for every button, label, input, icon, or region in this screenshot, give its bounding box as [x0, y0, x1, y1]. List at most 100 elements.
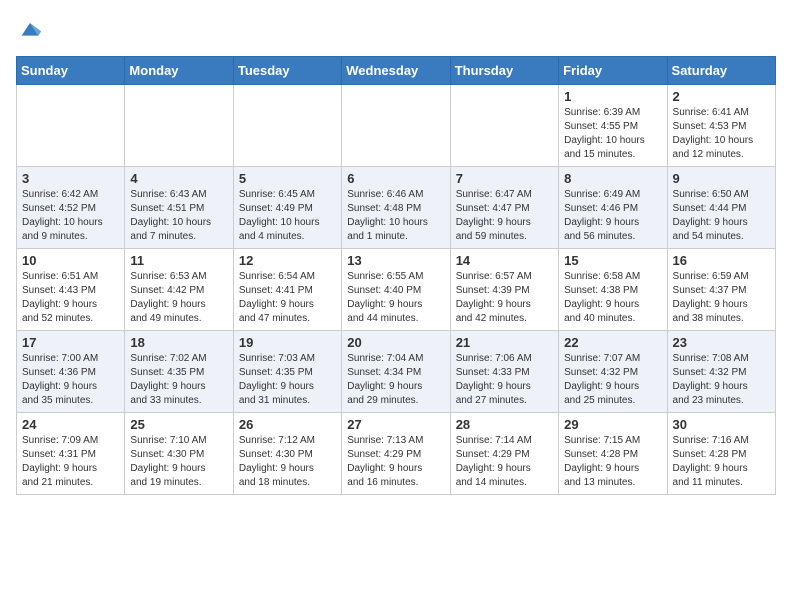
calendar-week-row: 3Sunrise: 6:42 AM Sunset: 4:52 PM Daylig…	[17, 167, 776, 249]
weekday-header-saturday: Saturday	[667, 57, 775, 85]
day-info: Sunrise: 6:45 AM Sunset: 4:49 PM Dayligh…	[239, 188, 336, 244]
calendar-cell	[125, 85, 233, 167]
calendar-cell: 10 Sunrise: 6:51 AM Sunset: 4:43 PM Dayli…	[17, 249, 125, 331]
calendar-cell: 29 Sunrise: 7:15 AM Sunset: 4:28 PM Dayli…	[559, 413, 667, 495]
day-number: 16	[673, 253, 770, 268]
calendar-week-row: 10 Sunrise: 6:51 AM Sunset: 4:43 PM Dayli…	[17, 249, 776, 331]
calendar-cell: 12 Sunrise: 6:54 AM Sunset: 4:41 PM Dayli…	[233, 249, 341, 331]
day-number: 8	[564, 171, 661, 186]
day-number: 1	[564, 89, 661, 104]
calendar-cell: 4 Sunrise: 6:43 AM Sunset: 4:51 PM Daylig…	[125, 167, 233, 249]
calendar-week-row: 1 Sunrise: 6:39 AM Sunset: 4:55 PM Daylig…	[17, 85, 776, 167]
weekday-header-wednesday: Wednesday	[342, 57, 450, 85]
day-info: Sunrise: 6:57 AM Sunset: 4:39 PM Dayligh…	[456, 270, 553, 326]
day-info: Sunrise: 6:41 AM Sunset: 4:53 PM Dayligh…	[673, 106, 770, 162]
day-number: 19	[239, 335, 336, 350]
calendar-cell: 6 Sunrise: 6:46 AM Sunset: 4:48 PM Daylig…	[342, 167, 450, 249]
calendar-cell: 27 Sunrise: 7:13 AM Sunset: 4:29 PM Dayli…	[342, 413, 450, 495]
day-info: Sunrise: 7:02 AM Sunset: 4:35 PM Dayligh…	[130, 352, 227, 408]
day-number: 22	[564, 335, 661, 350]
calendar-cell	[17, 85, 125, 167]
day-number: 15	[564, 253, 661, 268]
day-number: 30	[673, 417, 770, 432]
day-info: Sunrise: 6:47 AM Sunset: 4:47 PM Dayligh…	[456, 188, 553, 244]
calendar-cell: 22 Sunrise: 7:07 AM Sunset: 4:32 PM Dayli…	[559, 331, 667, 413]
calendar-cell	[450, 85, 558, 167]
calendar-cell: 17Sunrise: 7:00 AM Sunset: 4:36 PM Dayli…	[17, 331, 125, 413]
day-info: Sunrise: 6:46 AM Sunset: 4:48 PM Dayligh…	[347, 188, 444, 244]
day-number: 3	[22, 171, 119, 186]
day-info: Sunrise: 7:06 AM Sunset: 4:33 PM Dayligh…	[456, 352, 553, 408]
day-info: Sunrise: 7:12 AM Sunset: 4:30 PM Dayligh…	[239, 434, 336, 490]
calendar-cell: 19 Sunrise: 7:03 AM Sunset: 4:35 PM Dayli…	[233, 331, 341, 413]
calendar-cell	[342, 85, 450, 167]
calendar-cell: 18 Sunrise: 7:02 AM Sunset: 4:35 PM Dayli…	[125, 331, 233, 413]
calendar-cell: 24 Sunrise: 7:09 AM Sunset: 4:31 PM Dayli…	[17, 413, 125, 495]
day-number: 11	[130, 253, 227, 268]
calendar-cell: 21 Sunrise: 7:06 AM Sunset: 4:33 PM Dayli…	[450, 331, 558, 413]
calendar-cell: 5Sunrise: 6:45 AM Sunset: 4:49 PM Daylig…	[233, 167, 341, 249]
calendar-cell: 2 Sunrise: 6:41 AM Sunset: 4:53 PM Daylig…	[667, 85, 775, 167]
calendar-week-row: 17Sunrise: 7:00 AM Sunset: 4:36 PM Dayli…	[17, 331, 776, 413]
calendar-cell: 15 Sunrise: 6:58 AM Sunset: 4:38 PM Dayli…	[559, 249, 667, 331]
day-info: Sunrise: 6:58 AM Sunset: 4:38 PM Dayligh…	[564, 270, 661, 326]
day-info: Sunrise: 7:09 AM Sunset: 4:31 PM Dayligh…	[22, 434, 119, 490]
calendar-cell: 16 Sunrise: 6:59 AM Sunset: 4:37 PM Dayli…	[667, 249, 775, 331]
day-info: Sunrise: 6:51 AM Sunset: 4:43 PM Dayligh…	[22, 270, 119, 326]
day-number: 20	[347, 335, 444, 350]
day-info: Sunrise: 6:50 AM Sunset: 4:44 PM Dayligh…	[673, 188, 770, 244]
day-number: 6	[347, 171, 444, 186]
day-number: 25	[130, 417, 227, 432]
day-number: 12	[239, 253, 336, 268]
calendar-cell: 8 Sunrise: 6:49 AM Sunset: 4:46 PM Daylig…	[559, 167, 667, 249]
calendar-cell: 9 Sunrise: 6:50 AM Sunset: 4:44 PM Daylig…	[667, 167, 775, 249]
calendar-table: SundayMondayTuesdayWednesdayThursdayFrid…	[16, 56, 776, 495]
calendar-cell: 26 Sunrise: 7:12 AM Sunset: 4:30 PM Dayli…	[233, 413, 341, 495]
day-number: 7	[456, 171, 553, 186]
weekday-header-monday: Monday	[125, 57, 233, 85]
day-number: 29	[564, 417, 661, 432]
day-info: Sunrise: 6:43 AM Sunset: 4:51 PM Dayligh…	[130, 188, 227, 244]
day-number: 28	[456, 417, 553, 432]
day-info: Sunrise: 6:55 AM Sunset: 4:40 PM Dayligh…	[347, 270, 444, 326]
day-number: 26	[239, 417, 336, 432]
day-number: 9	[673, 171, 770, 186]
day-info: Sunrise: 7:13 AM Sunset: 4:29 PM Dayligh…	[347, 434, 444, 490]
day-info: Sunrise: 7:14 AM Sunset: 4:29 PM Dayligh…	[456, 434, 553, 490]
calendar-cell: 23 Sunrise: 7:08 AM Sunset: 4:32 PM Dayli…	[667, 331, 775, 413]
day-info: Sunrise: 6:54 AM Sunset: 4:41 PM Dayligh…	[239, 270, 336, 326]
day-info: Sunrise: 7:07 AM Sunset: 4:32 PM Dayligh…	[564, 352, 661, 408]
day-info: Sunrise: 7:15 AM Sunset: 4:28 PM Dayligh…	[564, 434, 661, 490]
day-number: 2	[673, 89, 770, 104]
weekday-header-sunday: Sunday	[17, 57, 125, 85]
page-header	[16, 16, 776, 44]
day-info: Sunrise: 7:03 AM Sunset: 4:35 PM Dayligh…	[239, 352, 336, 408]
calendar-cell: 1 Sunrise: 6:39 AM Sunset: 4:55 PM Daylig…	[559, 85, 667, 167]
calendar-cell: 14Sunrise: 6:57 AM Sunset: 4:39 PM Dayli…	[450, 249, 558, 331]
calendar-cell: 28 Sunrise: 7:14 AM Sunset: 4:29 PM Dayli…	[450, 413, 558, 495]
calendar-week-row: 24 Sunrise: 7:09 AM Sunset: 4:31 PM Dayli…	[17, 413, 776, 495]
calendar-cell: 13Sunrise: 6:55 AM Sunset: 4:40 PM Dayli…	[342, 249, 450, 331]
calendar-cell: 7 Sunrise: 6:47 AM Sunset: 4:47 PM Daylig…	[450, 167, 558, 249]
weekday-header-tuesday: Tuesday	[233, 57, 341, 85]
day-info: Sunrise: 7:16 AM Sunset: 4:28 PM Dayligh…	[673, 434, 770, 490]
day-info: Sunrise: 6:39 AM Sunset: 4:55 PM Dayligh…	[564, 106, 661, 162]
day-info: Sunrise: 6:59 AM Sunset: 4:37 PM Dayligh…	[673, 270, 770, 326]
weekday-header-thursday: Thursday	[450, 57, 558, 85]
day-number: 24	[22, 417, 119, 432]
day-number: 18	[130, 335, 227, 350]
day-number: 23	[673, 335, 770, 350]
day-info: Sunrise: 7:04 AM Sunset: 4:34 PM Dayligh…	[347, 352, 444, 408]
day-number: 27	[347, 417, 444, 432]
calendar-cell: 20 Sunrise: 7:04 AM Sunset: 4:34 PM Dayli…	[342, 331, 450, 413]
calendar-cell: 30 Sunrise: 7:16 AM Sunset: 4:28 PM Dayli…	[667, 413, 775, 495]
logo	[16, 16, 48, 44]
logo-icon	[16, 16, 44, 44]
day-info: Sunrise: 7:00 AM Sunset: 4:36 PM Dayligh…	[22, 352, 119, 408]
day-number: 4	[130, 171, 227, 186]
day-number: 10	[22, 253, 119, 268]
day-info: Sunrise: 7:08 AM Sunset: 4:32 PM Dayligh…	[673, 352, 770, 408]
day-info: Sunrise: 6:49 AM Sunset: 4:46 PM Dayligh…	[564, 188, 661, 244]
day-number: 21	[456, 335, 553, 350]
calendar-cell	[233, 85, 341, 167]
